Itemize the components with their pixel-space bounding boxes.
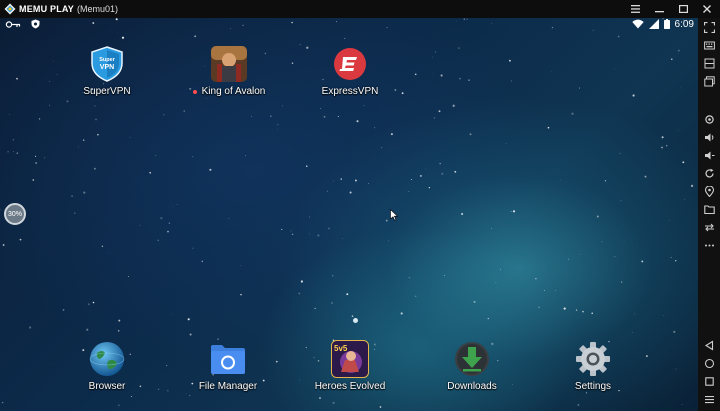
volume-up-icon [704, 133, 713, 141]
app-downloads[interactable]: Downloads [427, 340, 517, 392]
folder-icon [209, 340, 247, 378]
page-indicator [353, 318, 358, 323]
new-indicator [192, 89, 197, 94]
fullscreen-icon [703, 21, 715, 33]
app-supervpn[interactable]: Super VPN SuperVPN [62, 45, 152, 97]
more-icon [704, 244, 714, 246]
download-icon [453, 340, 491, 378]
maximize-icon[interactable] [676, 2, 690, 16]
expressvpn-icon [331, 45, 369, 83]
app-label: King of Avalon [192, 86, 265, 97]
mouse-cursor-icon [390, 209, 398, 221]
instance-name: (Memu01) [76, 4, 118, 14]
multi-window-icon [703, 75, 715, 86]
app-label: Settings [574, 381, 612, 392]
status-bar: 6:09 [0, 18, 698, 30]
globe-icon [88, 340, 126, 378]
sync-button[interactable] [701, 220, 717, 234]
back-button[interactable] [701, 338, 717, 352]
window-controls [628, 0, 714, 18]
home-circle-icon [704, 358, 714, 368]
app-label: Heroes Evolved [314, 381, 386, 392]
emulator-toolbar [698, 18, 720, 411]
app-label: SuperVPN [83, 86, 131, 97]
gear-icon [704, 114, 714, 124]
app-label: Browser [88, 381, 126, 392]
rotate-screen-button[interactable] [701, 166, 717, 180]
app-king-of-avalon[interactable]: King of Avalon [184, 45, 274, 97]
volume-down-button[interactable] [701, 148, 717, 162]
shared-folder-button[interactable] [701, 202, 717, 216]
minimize-icon[interactable] [652, 2, 666, 16]
recent-square-icon [704, 376, 714, 386]
recent-apps-button[interactable] [701, 374, 717, 388]
cellular-signal-icon [648, 19, 659, 29]
multi-window-button[interactable] [701, 74, 717, 88]
resize-icon [704, 58, 714, 68]
app-file-manager[interactable]: File Manager [183, 340, 273, 392]
zoom-indicator[interactable]: 30% [4, 203, 26, 225]
window-resize-button[interactable] [701, 56, 717, 70]
volume-up-button[interactable] [701, 130, 717, 144]
sync-icon [704, 223, 714, 231]
keyboard-mapping-button[interactable] [701, 38, 717, 52]
king-of-avalon-icon [210, 45, 248, 83]
title-bar: MEMU PLAY (Memu01) [0, 0, 720, 18]
app-browser[interactable]: Browser [62, 340, 152, 392]
app-brand: MEMU PLAY [19, 4, 74, 14]
status-clock: 6:09 [674, 18, 694, 30]
heroes-evolved-icon: 5v5 [331, 340, 369, 378]
folder-icon [703, 204, 715, 214]
home-button[interactable] [701, 356, 717, 370]
app-label: Downloads [447, 381, 497, 392]
volume-down-icon [704, 151, 714, 159]
location-pin-icon [704, 185, 714, 197]
rotate-icon [704, 168, 714, 177]
keyboard-icon [703, 41, 715, 49]
app-label: ExpressVPN [321, 86, 379, 97]
shield-icon [31, 19, 40, 29]
wifi-icon [631, 19, 644, 29]
menu-lines-icon [704, 395, 714, 403]
android-home-screen[interactable]: 6:09 Super VPN SuperVPN King of Avalon E… [0, 18, 698, 411]
settings-button[interactable] [701, 112, 717, 126]
supervpn-icon: Super VPN [88, 45, 126, 83]
app-label: File Manager [198, 381, 258, 392]
gear-icon [574, 340, 612, 378]
key-icon [5, 20, 21, 28]
svg-text:VPN: VPN [100, 64, 114, 71]
location-button[interactable] [701, 184, 717, 198]
app-expressvpn[interactable]: ExpressVPN [305, 45, 395, 97]
menu-icon[interactable] [628, 2, 642, 16]
close-icon[interactable] [700, 2, 714, 16]
fullscreen-button[interactable] [701, 20, 717, 34]
memu-logo-icon [4, 3, 16, 15]
app-heroes-evolved[interactable]: 5v5 Heroes Evolved [305, 340, 395, 392]
svg-text:5v5: 5v5 [334, 344, 348, 353]
app-settings[interactable]: Settings [548, 340, 638, 392]
battery-icon [663, 19, 670, 29]
menu-button[interactable] [701, 392, 717, 406]
more-options-button[interactable] [701, 238, 717, 252]
back-triangle-icon [704, 340, 713, 350]
svg-text:Super: Super [99, 57, 115, 63]
